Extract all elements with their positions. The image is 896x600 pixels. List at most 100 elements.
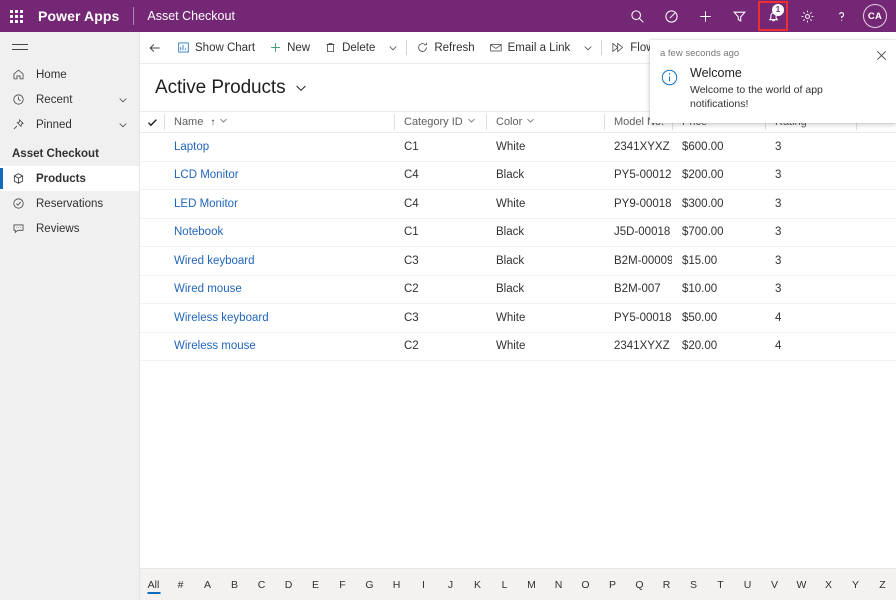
alpha-filter-i[interactable]: I: [410, 569, 437, 600]
cell-name[interactable]: Laptop: [164, 133, 394, 162]
hamburger-icon[interactable]: [0, 32, 139, 62]
table-row[interactable]: Wired keyboard C3 Black B2M-00009 $15.00 3: [140, 247, 896, 276]
sidebar-item-recent[interactable]: Recent: [0, 87, 139, 112]
alpha-filter-q[interactable]: Q: [626, 569, 653, 600]
alpha-filter-o[interactable]: O: [572, 569, 599, 600]
record-link[interactable]: Laptop: [164, 141, 209, 153]
sidebar-item-products[interactable]: Products: [0, 166, 139, 191]
close-icon[interactable]: [870, 45, 892, 65]
alpha-filter-t[interactable]: T: [707, 569, 734, 600]
alpha-filter-all[interactable]: All: [140, 569, 167, 600]
alpha-filter-j[interactable]: J: [437, 569, 464, 600]
alpha-filter-p[interactable]: P: [599, 569, 626, 600]
alpha-filter-k[interactable]: K: [464, 569, 491, 600]
table-row[interactable]: Notebook C1 Black J5D-00018 $700.00 3: [140, 218, 896, 247]
cell-name[interactable]: LED Monitor: [164, 190, 394, 219]
alpha-filter-h[interactable]: H: [383, 569, 410, 600]
column-header-name[interactable]: Name ↑: [164, 111, 394, 133]
new-button[interactable]: New: [262, 32, 317, 64]
chevron-down-icon[interactable]: [467, 116, 476, 128]
alpha-filter-s[interactable]: S: [680, 569, 707, 600]
row-select-checkbox[interactable]: [140, 332, 164, 361]
email-a-link-button[interactable]: Email a Link: [482, 32, 578, 64]
cell-name[interactable]: Wireless mouse: [164, 332, 394, 361]
table-row[interactable]: LCD Monitor C4 Black PY5-00012 $200.00 3: [140, 161, 896, 190]
brand-label[interactable]: Power Apps: [32, 8, 119, 24]
row-select-checkbox[interactable]: [140, 218, 164, 247]
sidebar-item-home[interactable]: Home: [0, 62, 139, 87]
sidebar-item-pinned[interactable]: Pinned: [0, 112, 139, 137]
app-name-label[interactable]: Asset Checkout: [147, 9, 235, 23]
sidebar-item-reservations[interactable]: Reservations: [0, 191, 139, 216]
alpha-filter-b[interactable]: B: [221, 569, 248, 600]
row-select-checkbox[interactable]: [140, 304, 164, 333]
column-header-category-id[interactable]: Category ID: [394, 111, 486, 133]
row-select-checkbox[interactable]: [140, 133, 164, 162]
alpha-filter-v[interactable]: V: [761, 569, 788, 600]
chevron-down-icon[interactable]: [219, 116, 228, 128]
record-link[interactable]: Notebook: [164, 226, 223, 238]
table-row[interactable]: LED Monitor C4 White PY9-00018 $300.00 3: [140, 190, 896, 219]
column-header-color[interactable]: Color: [486, 111, 604, 133]
alpha-filter-f[interactable]: F: [329, 569, 356, 600]
cell-spacer: [856, 133, 896, 162]
delete-button[interactable]: Delete: [317, 32, 382, 64]
email-caret[interactable]: [577, 32, 599, 64]
table-row[interactable]: Wireless keyboard C3 White PY5-00018 $50.00 4: [140, 304, 896, 333]
cell-name[interactable]: Wireless keyboard: [164, 304, 394, 333]
record-link[interactable]: Wireless mouse: [164, 340, 256, 352]
alpha-filter-hash[interactable]: #: [167, 569, 194, 600]
alpha-filter-u[interactable]: U: [734, 569, 761, 600]
avatar[interactable]: CA: [863, 4, 887, 28]
row-select-checkbox[interactable]: [140, 190, 164, 219]
waffle-icon[interactable]: [0, 0, 32, 32]
cell-name[interactable]: Wired keyboard: [164, 247, 394, 276]
filter-icon[interactable]: [722, 0, 756, 32]
alpha-filter-z[interactable]: Z: [869, 569, 896, 600]
search-icon[interactable]: [620, 0, 654, 32]
plus-icon[interactable]: [688, 0, 722, 32]
chevron-down-icon[interactable]: [295, 82, 307, 94]
row-select-checkbox[interactable]: [140, 161, 164, 190]
show-chart-button[interactable]: Show Chart: [170, 32, 262, 64]
alpha-filter-l[interactable]: L: [491, 569, 518, 600]
alpha-filter-r[interactable]: R: [653, 569, 680, 600]
row-select-checkbox[interactable]: [140, 275, 164, 304]
alpha-filter-c[interactable]: C: [248, 569, 275, 600]
alpha-filter-m[interactable]: M: [518, 569, 545, 600]
table-row[interactable]: Wireless mouse C2 White 2341XYXZ $20.00 4: [140, 332, 896, 361]
record-link[interactable]: Wired mouse: [164, 283, 242, 295]
cell-rating: 4: [765, 304, 856, 333]
help-icon[interactable]: [824, 0, 858, 32]
select-all-checkbox[interactable]: [140, 111, 164, 133]
cell-name[interactable]: LCD Monitor: [164, 161, 394, 190]
alpha-filter-w[interactable]: W: [788, 569, 815, 600]
alpha-filter-a[interactable]: A: [194, 569, 221, 600]
table-row[interactable]: Wired mouse C2 Black B2M-007 $10.00 3: [140, 275, 896, 304]
record-link[interactable]: Wired keyboard: [164, 255, 255, 267]
alpha-filter-n[interactable]: N: [545, 569, 572, 600]
target-icon[interactable]: [654, 0, 688, 32]
cell-color: Black: [486, 275, 604, 304]
chevron-down-icon[interactable]: [526, 116, 535, 128]
record-link[interactable]: LED Monitor: [164, 198, 238, 210]
cell-name[interactable]: Wired mouse: [164, 275, 394, 304]
delete-caret[interactable]: [382, 32, 404, 64]
alpha-filter-y[interactable]: Y: [842, 569, 869, 600]
cell-name[interactable]: Notebook: [164, 218, 394, 247]
chevron-down-icon[interactable]: [118, 95, 139, 105]
back-button[interactable]: [140, 32, 170, 64]
refresh-button[interactable]: Refresh: [409, 32, 481, 64]
gear-icon[interactable]: [790, 0, 824, 32]
alpha-filter-d[interactable]: D: [275, 569, 302, 600]
table-row[interactable]: Laptop C1 White 2341XYXZ $600.00 3: [140, 133, 896, 162]
alpha-filter-x[interactable]: X: [815, 569, 842, 600]
alpha-filter-g[interactable]: G: [356, 569, 383, 600]
sidebar-item-reviews[interactable]: Reviews: [0, 216, 139, 241]
chevron-down-icon[interactable]: [118, 120, 139, 130]
alpha-filter-e[interactable]: E: [302, 569, 329, 600]
record-link[interactable]: Wireless keyboard: [164, 312, 269, 324]
row-select-checkbox[interactable]: [140, 247, 164, 276]
record-link[interactable]: LCD Monitor: [164, 169, 239, 181]
notifications-button[interactable]: 1: [758, 1, 788, 31]
